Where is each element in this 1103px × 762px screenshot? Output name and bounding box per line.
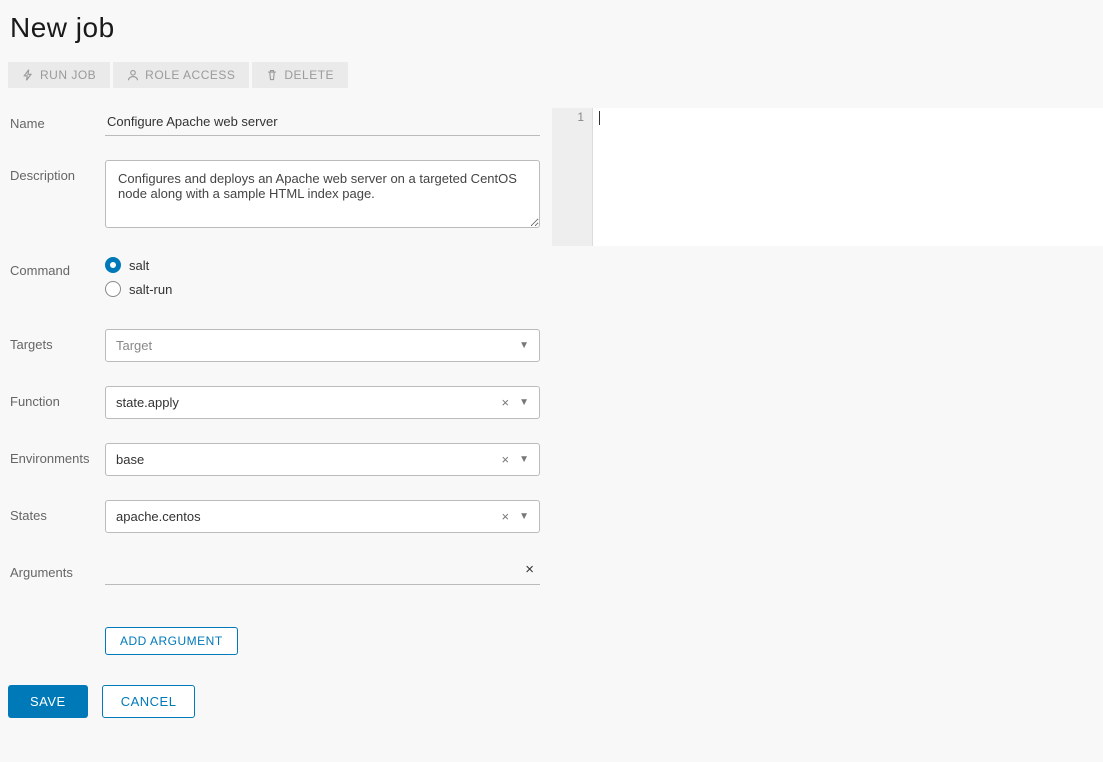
targets-select[interactable]: Target ▼ <box>105 329 540 362</box>
states-select[interactable]: apache.centos × ▼ <box>105 500 540 533</box>
radio-salt-run-label: salt-run <box>129 282 172 297</box>
cancel-button[interactable]: CANCEL <box>102 685 196 718</box>
function-select[interactable]: state.apply × ▼ <box>105 386 540 419</box>
environments-select[interactable]: base × ▼ <box>105 443 540 476</box>
description-textarea[interactable] <box>105 160 540 228</box>
editor-gutter <box>552 126 592 246</box>
targets-label: Targets <box>10 329 105 352</box>
editor-column: 1 <box>552 108 1103 655</box>
environments-value: base <box>116 452 144 467</box>
run-job-button[interactable]: RUN JOB <box>8 62 110 88</box>
radio-salt-label: salt <box>129 258 149 273</box>
page-title: New job <box>0 0 1103 62</box>
radio-salt-run[interactable]: salt-run <box>105 281 540 297</box>
editor-line[interactable] <box>592 108 1103 126</box>
function-label: Function <box>10 386 105 409</box>
chevron-down-icon: ▼ <box>519 340 529 351</box>
command-label: Command <box>10 255 105 278</box>
editor-line-number: 1 <box>552 108 592 126</box>
add-argument-button[interactable]: ADD ARGUMENT <box>105 627 238 655</box>
clear-icon[interactable]: × <box>502 452 510 467</box>
radio-dot-icon <box>105 257 121 273</box>
save-button[interactable]: SAVE <box>8 685 88 718</box>
name-input[interactable] <box>105 108 540 136</box>
targets-placeholder: Target <box>116 338 152 353</box>
user-icon <box>127 69 139 81</box>
description-label: Description <box>10 160 105 183</box>
environments-label: Environments <box>10 443 105 466</box>
delete-button[interactable]: DELETE <box>252 62 348 88</box>
radio-dot-icon <box>105 281 121 297</box>
chevron-down-icon: ▼ <box>519 397 529 408</box>
chevron-down-icon: ▼ <box>519 454 529 465</box>
remove-argument-icon[interactable]: × <box>521 561 538 578</box>
trash-icon <box>266 69 278 81</box>
delete-label: DELETE <box>284 68 334 82</box>
function-value: state.apply <box>116 395 179 410</box>
form-column: Name Description Command salt salt-run <box>0 108 552 655</box>
states-value: apache.centos <box>116 509 201 524</box>
cursor-icon <box>599 111 600 125</box>
role-access-button[interactable]: ROLE ACCESS <box>113 62 249 88</box>
lightning-icon <box>22 69 34 81</box>
run-job-label: RUN JOB <box>40 68 96 82</box>
radio-salt[interactable]: salt <box>105 257 540 273</box>
action-bar: RUN JOB ROLE ACCESS DELETE <box>0 62 1103 108</box>
states-label: States <box>10 500 105 523</box>
argument-row: × <box>105 557 540 585</box>
chevron-down-icon: ▼ <box>519 511 529 522</box>
role-access-label: ROLE ACCESS <box>145 68 235 82</box>
clear-icon[interactable]: × <box>502 395 510 410</box>
name-label: Name <box>10 108 105 131</box>
arguments-label: Arguments <box>10 557 105 580</box>
clear-icon[interactable]: × <box>502 509 510 524</box>
editor-surface[interactable] <box>592 126 1103 246</box>
argument-input[interactable] <box>107 562 521 577</box>
footer-actions: SAVE CANCEL <box>0 655 1103 718</box>
